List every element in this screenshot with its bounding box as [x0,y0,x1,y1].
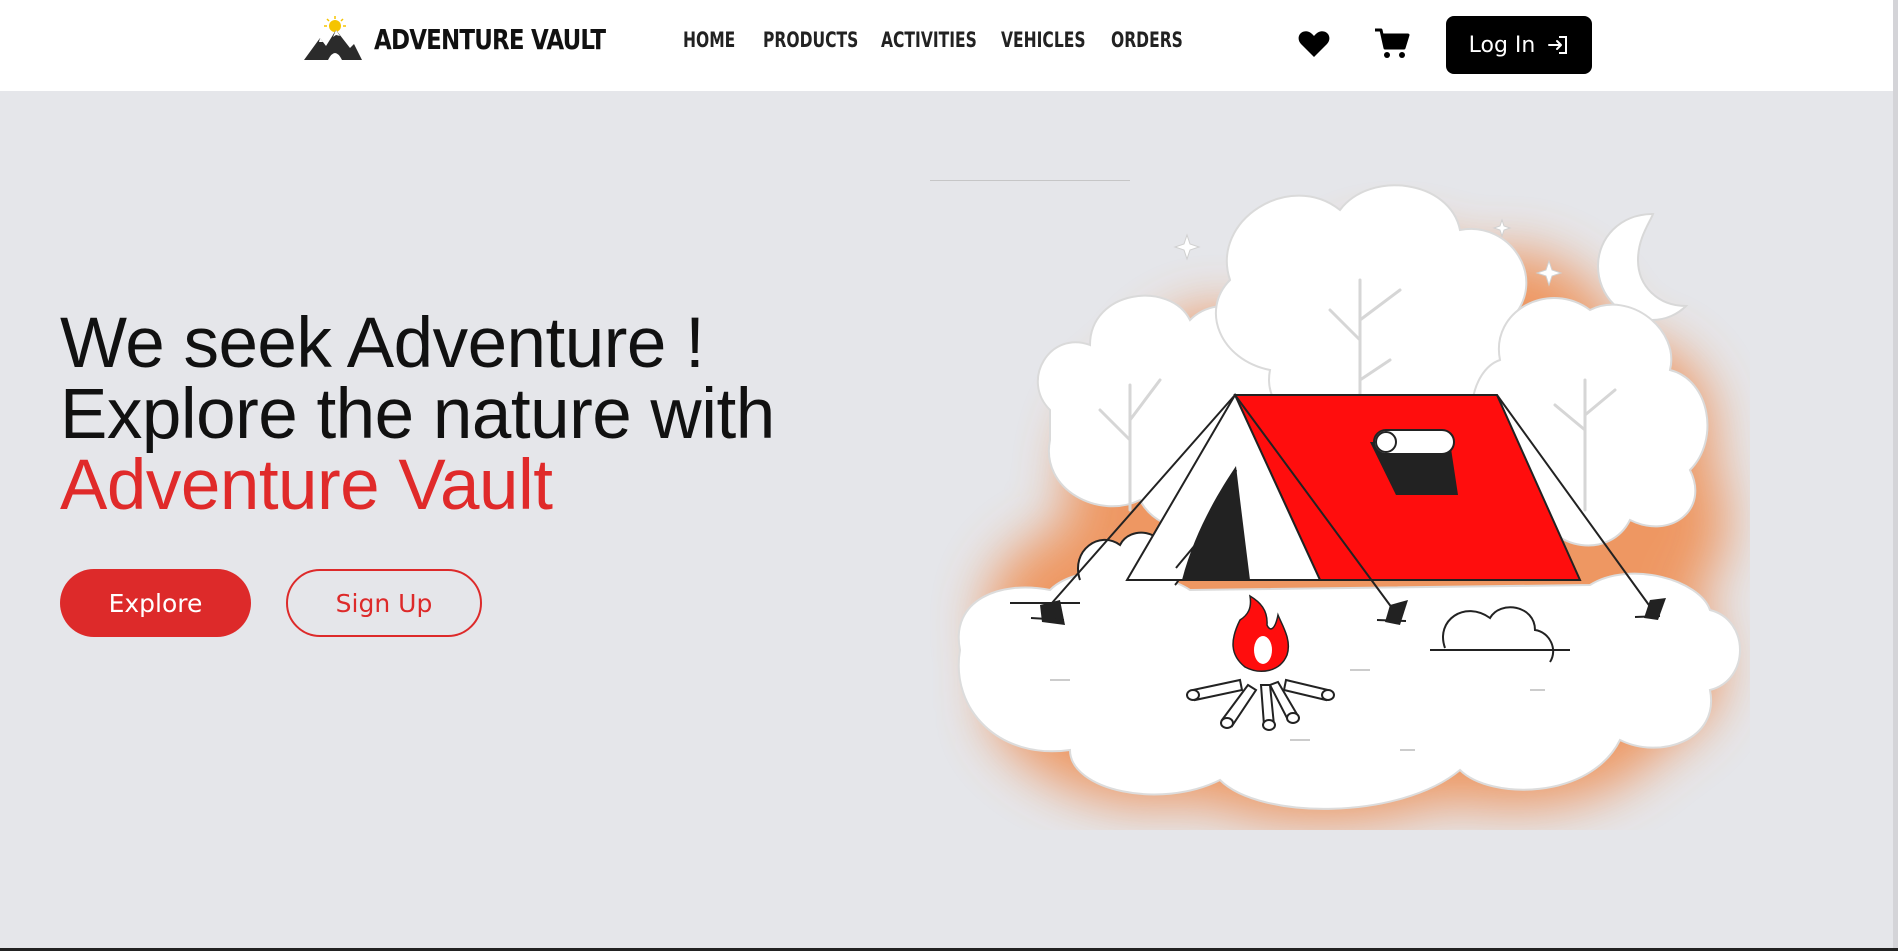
login-label: Log In [1468,32,1536,58]
cart-icon [1375,28,1410,58]
signup-button[interactable]: Sign Up [286,569,482,637]
explore-button[interactable]: Explore [60,569,251,637]
login-arrow-icon [1548,36,1568,54]
nav-vehicles[interactable]: VEHICLES [1001,28,1086,52]
scrollbar-edge[interactable] [1893,0,1898,951]
main-nav: HOME PRODUCTS ACTIVITIES VEHICLES ORDERS [683,28,1201,52]
hero-line-1: We seek Adventure ! [60,304,705,383]
wishlist-button[interactable] [1296,26,1332,62]
brand-name: ADVENTURE VAULT [374,22,606,56]
hero-line-2: Explore the nature with [60,375,775,454]
hero-line-3: Adventure Vault [60,446,553,525]
nav-products[interactable]: PRODUCTS [763,28,858,52]
hero-actions: Explore Sign Up [60,569,482,637]
brand[interactable]: ADVENTURE VAULT [302,16,656,62]
nav-home[interactable]: HOME [683,28,742,52]
nav-orders[interactable]: ORDERS [1111,28,1183,52]
nav-activities[interactable]: ACTIVITIES [881,28,977,52]
heart-icon [1298,31,1330,57]
hero-heading: We seek Adventure ! Explore the nature w… [60,308,775,521]
cart-button[interactable] [1374,26,1410,62]
login-button[interactable]: Log In [1446,16,1592,74]
site-header: ADVENTURE VAULT HOME PRODUCTS ACTIVITIES… [0,0,1898,91]
mountain-sun-logo [304,16,362,60]
camping-illustration [930,180,1741,823]
